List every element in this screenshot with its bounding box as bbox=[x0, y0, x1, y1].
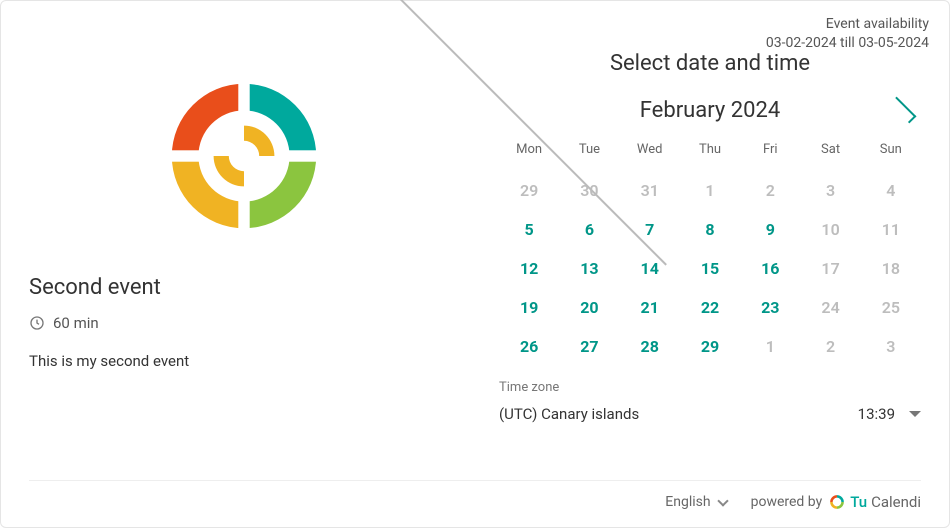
timezone-row: (UTC) Canary islands 13:39 bbox=[499, 405, 921, 423]
calendar-day[interactable]: 20 bbox=[559, 292, 619, 323]
brand-logo-icon bbox=[828, 493, 846, 511]
brand-part-b: Calendi bbox=[871, 493, 921, 511]
step-title: Select date and time bbox=[499, 51, 921, 76]
calendar-day[interactable]: 19 bbox=[499, 292, 559, 323]
calendar-day: 10 bbox=[800, 214, 860, 245]
calendar-day[interactable]: 6 bbox=[559, 214, 619, 245]
calendar-day[interactable]: 15 bbox=[680, 253, 740, 284]
calendar-day[interactable]: 9 bbox=[740, 214, 800, 245]
booking-widget: Event availability 03-02-2024 till 03-05… bbox=[0, 0, 950, 528]
calendar-day[interactable]: 27 bbox=[559, 331, 619, 362]
calendar-day[interactable]: 5 bbox=[499, 214, 559, 245]
weekday-header: Thu bbox=[680, 136, 740, 167]
calendar-day[interactable]: 8 bbox=[680, 214, 740, 245]
chevron-down-icon bbox=[717, 495, 728, 506]
language-label: English bbox=[665, 494, 710, 510]
calendar-day: 2 bbox=[800, 331, 860, 362]
calendar-day[interactable]: 28 bbox=[620, 331, 680, 362]
current-time: 13:39 bbox=[858, 405, 895, 423]
chevron-right-icon bbox=[890, 97, 917, 124]
weekday-header: Fri bbox=[740, 136, 800, 167]
prev-month-button bbox=[503, 96, 531, 124]
clock-icon bbox=[29, 315, 45, 331]
calendar-day: 4 bbox=[861, 175, 921, 206]
calendar-day: 25 bbox=[861, 292, 921, 323]
weekday-header: Sat bbox=[800, 136, 860, 167]
triangle-down-icon bbox=[909, 411, 921, 417]
calendar-day: 17 bbox=[800, 253, 860, 284]
calendar-day: 3 bbox=[861, 331, 921, 362]
tucalendi-logo-icon bbox=[149, 61, 339, 251]
brand-part-a: Tu bbox=[850, 493, 867, 511]
event-title: Second event bbox=[29, 275, 459, 300]
calendar-day[interactable]: 21 bbox=[620, 292, 680, 323]
next-month-button[interactable] bbox=[889, 96, 917, 124]
duration-row: 60 min bbox=[29, 314, 459, 332]
language-selector[interactable]: English bbox=[665, 494, 726, 510]
event-panel: Second event 60 min This is my second ev… bbox=[29, 51, 459, 462]
calendar-day: 24 bbox=[800, 292, 860, 323]
availability-info: Event availability 03-02-2024 till 03-05… bbox=[766, 15, 929, 53]
calendar-day[interactable]: 29 bbox=[680, 331, 740, 362]
calendar-day: 3 bbox=[800, 175, 860, 206]
event-description: This is my second event bbox=[29, 352, 459, 370]
timezone-value[interactable]: (UTC) Canary islands bbox=[499, 405, 639, 423]
calendar-day: 1 bbox=[740, 331, 800, 362]
availability-label: Event availability bbox=[766, 15, 929, 34]
weekday-header: Sun bbox=[861, 136, 921, 167]
calendar-day: 29 bbox=[499, 175, 559, 206]
weekday-header: Wed bbox=[620, 136, 680, 167]
calendar-day: 1 bbox=[680, 175, 740, 206]
calendar-day[interactable]: 12 bbox=[499, 253, 559, 284]
month-label: February 2024 bbox=[640, 98, 780, 123]
calendar-panel: Select date and time February 2024 MonTu… bbox=[499, 51, 921, 462]
calendar-day: 2 bbox=[740, 175, 800, 206]
availability-range: 03-02-2024 till 03-05-2024 bbox=[766, 34, 929, 53]
calendar-day: 11 bbox=[861, 214, 921, 245]
calendar-day[interactable]: 16 bbox=[740, 253, 800, 284]
calendar-day[interactable]: 13 bbox=[559, 253, 619, 284]
brand-link[interactable]: TuCalendi bbox=[828, 493, 921, 511]
calendar-day[interactable]: 22 bbox=[680, 292, 740, 323]
powered-by-label: powered by bbox=[751, 494, 823, 510]
calendar-grid: MonTueWedThuFriSatSun2930311234567891011… bbox=[499, 136, 921, 362]
logo-wrap bbox=[29, 51, 459, 275]
calendar-day[interactable]: 26 bbox=[499, 331, 559, 362]
timezone-label: Time zone bbox=[499, 380, 921, 395]
duration-text: 60 min bbox=[53, 314, 99, 332]
month-navigation: February 2024 bbox=[499, 96, 921, 124]
time-dropdown[interactable]: 13:39 bbox=[858, 405, 921, 423]
powered-by: powered by TuCalendi bbox=[751, 493, 921, 511]
calendar-day[interactable]: 23 bbox=[740, 292, 800, 323]
calendar-day: 18 bbox=[861, 253, 921, 284]
footer: English powered by TuCalendi bbox=[29, 480, 921, 511]
calendar-day: 31 bbox=[620, 175, 680, 206]
body: Second event 60 min This is my second ev… bbox=[29, 21, 921, 462]
